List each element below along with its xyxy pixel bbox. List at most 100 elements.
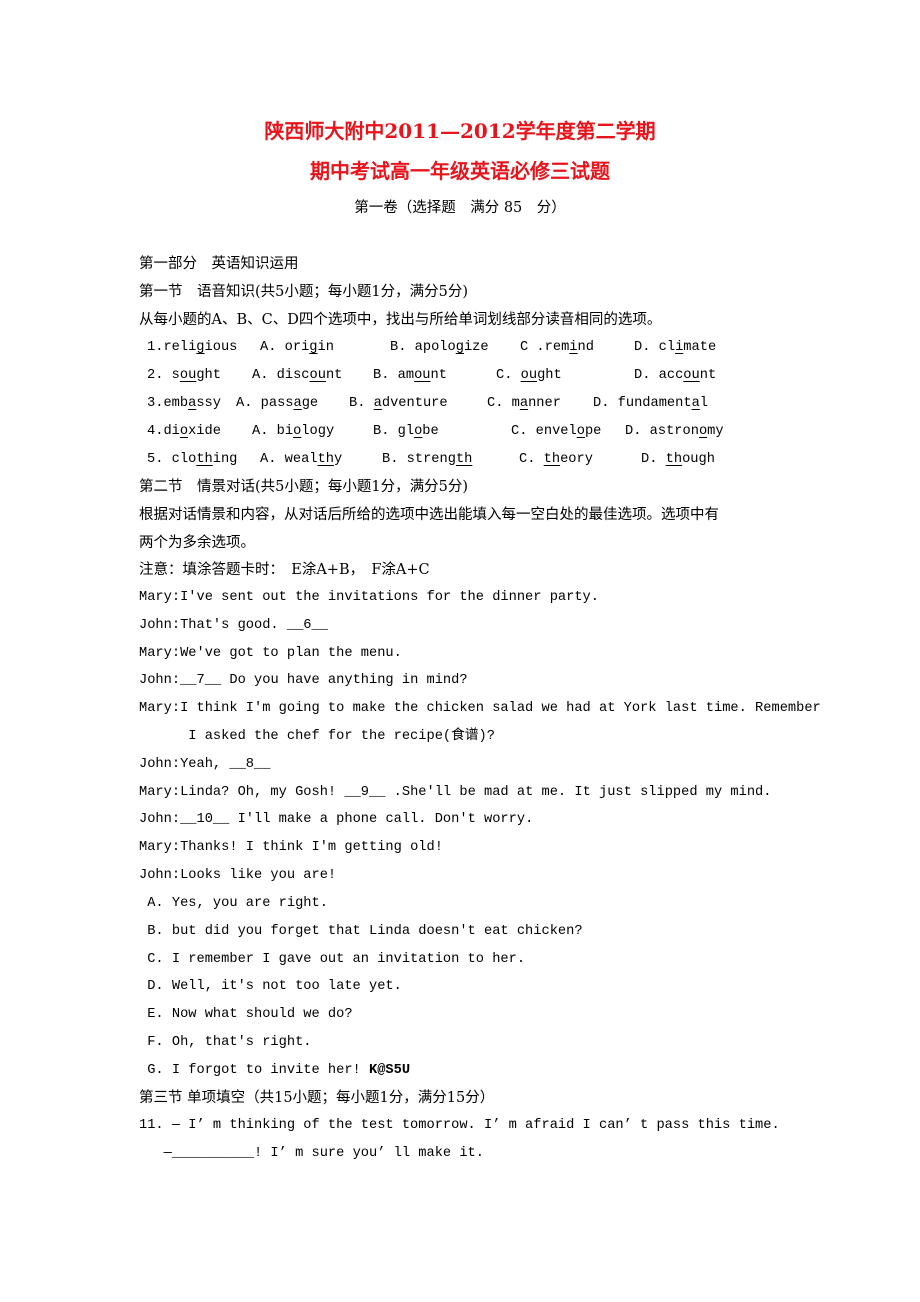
word-part: B. streng [382, 452, 456, 467]
word-part: A. bi [252, 424, 294, 439]
choice-text: B. but did you forget that Linda doesn't… [139, 923, 583, 939]
word-part: ssy [196, 396, 221, 411]
underlined-letters: ou [179, 368, 197, 383]
word-part: C .rem [520, 340, 570, 355]
option-A: A. origin [260, 339, 334, 357]
word-part: nd [577, 340, 594, 355]
choice-E: E. Now what should we do? [139, 1006, 353, 1024]
question-11-line-1: 11. — I’ m thinking of the test tomorrow… [139, 1118, 780, 1133]
word-part: ious [204, 340, 238, 355]
dialogue-line: John:__10__ I'll make a phone call. Don'… [139, 811, 533, 829]
word-part: my [707, 424, 724, 439]
speaker: John: [139, 673, 181, 689]
speaker: Mary: [139, 784, 181, 800]
choice-text: A. Yes, you are right. [139, 896, 328, 911]
word-part: nt [430, 368, 447, 383]
word-part: C. [519, 452, 544, 467]
speaker: Mary: [139, 701, 181, 717]
word-part: B. apolo [390, 340, 456, 355]
answer-blank: __7__ [180, 673, 222, 689]
dialogue-line: Mary:Linda? Oh, my Gosh! __9__ .She'll b… [139, 784, 772, 802]
option-D: D. climate [634, 339, 716, 357]
choice-text: E. Now what should we do? [139, 1007, 353, 1023]
option-B: B. adventure [349, 395, 448, 413]
word-part: ge [301, 396, 319, 411]
phonetics-item-1: 1.religious [147, 339, 237, 357]
underlined-letters: th [455, 452, 473, 467]
choice-text: G. I forgot to invite her! [139, 1062, 369, 1078]
option-D: D. fundamental [593, 395, 708, 413]
item-number: 5. [147, 452, 172, 467]
word-part: logy [301, 424, 335, 439]
option-C: C. envelope [511, 423, 601, 441]
word-part: A. ori [260, 340, 310, 355]
line-text: Linda? Oh, my Gosh! [180, 784, 345, 800]
phonetics-item-4: 4.dioxide [147, 423, 221, 441]
dialogue-line: I asked the chef for the recipe(食谱)? [139, 728, 495, 746]
dialogue-line: John:Yeah, __8__ [139, 756, 270, 774]
word-part: D. cl [634, 340, 676, 355]
underlined-letters: g [196, 340, 205, 355]
phonetics-item-5: 5. clothing [147, 451, 237, 469]
dialogue-line: Mary:We've got to plan the menu. [139, 645, 402, 663]
item-number: 3. [147, 396, 164, 411]
dialogue-line: John:That's good. __6__ [139, 617, 328, 635]
choice-text: F. Oh, that's right. [139, 1035, 312, 1050]
speaker: Mary: [139, 590, 181, 605]
option-D: D. account [634, 367, 716, 385]
section1-instructions: 从每小题的A、B、C、D四个选项中，找出与所给单词划线部分读音相同的选项。 [139, 312, 662, 328]
choice-text: C. I remember I gave out an invitation t… [139, 951, 526, 967]
word-part: emb [163, 396, 189, 411]
phonetics-item-2: 2. sought [147, 367, 221, 385]
option-B: B. apologize [390, 339, 489, 357]
choice-F: F. Oh, that's right. [139, 1034, 312, 1052]
underlined-letters: ou [683, 368, 700, 383]
underlined-letters: i [569, 340, 578, 355]
dash: — [139, 1146, 172, 1161]
choice-G: G. I forgot to invite her! K@S5U [139, 1062, 410, 1080]
answer-blank: __10__ [180, 812, 230, 828]
option-A: A. biology [252, 423, 334, 441]
underlined-letters: th [543, 452, 561, 467]
word-part: C. [496, 368, 521, 383]
choice-text: D. Well, it's not too late yet. [139, 979, 402, 995]
section3-heading: 第三节 单项填空（共15小题；每小题1分，满分15分） [139, 1090, 495, 1106]
option-C: C. manner [487, 395, 561, 413]
q11-rest: ! I’ m sure you’ ll make it. [254, 1146, 484, 1161]
word-part: D. astron [625, 424, 699, 439]
underlined-letters: a [293, 396, 302, 411]
line-text: Looks like you are! [180, 868, 337, 883]
phonetics-item-3: 3.embassy [147, 395, 221, 413]
word-part: D. acc [634, 368, 684, 383]
section2-note: 注意：填涂答题卡时： E涂A+B， F涂A+C [139, 562, 430, 578]
watermark: K@S5U [369, 1062, 411, 1078]
word-part: pe [584, 424, 602, 439]
part1-heading: 第一部分 英语知识运用 [139, 256, 299, 272]
word-part: D. fundament [593, 396, 692, 411]
option-C: C. theory [519, 451, 593, 469]
speaker: Mary: [139, 645, 181, 661]
line-text: Yeah, [180, 756, 230, 772]
line-text: I asked the chef for the recipe(食谱)? [139, 729, 495, 744]
word-part: nt [699, 368, 717, 383]
option-A: A. passage [236, 395, 318, 413]
option-D: D. though [641, 451, 715, 469]
underlined-letters: ou [309, 368, 326, 383]
dialogue-line: Mary:I've sent out the invitations for t… [139, 589, 599, 607]
option-B: B. globe [373, 423, 439, 441]
underlined-letters: a [373, 396, 382, 411]
item-number: 1. [147, 340, 164, 355]
word-part: ize [463, 340, 489, 355]
answer-blank: __________ [171, 1146, 254, 1161]
speaker: John: [139, 868, 181, 883]
word-part: nner [528, 396, 561, 411]
word-part: B. am [373, 368, 415, 383]
document-page: 陕西师大附中2011—2012学年度第二学期 期中考试高一年级英语必修三试题 第… [0, 0, 920, 1302]
question-11-line-2: —__________! I’ m sure you’ ll make it. [139, 1145, 484, 1163]
word-part: l [699, 396, 709, 411]
underlined-letters: g [309, 340, 318, 355]
title-line-2: 期中考试高一年级英语必修三试题 [310, 159, 610, 183]
option-C: C .remind [520, 339, 594, 357]
line-text: That's good. [180, 617, 287, 633]
word-part: C. m [487, 396, 520, 411]
